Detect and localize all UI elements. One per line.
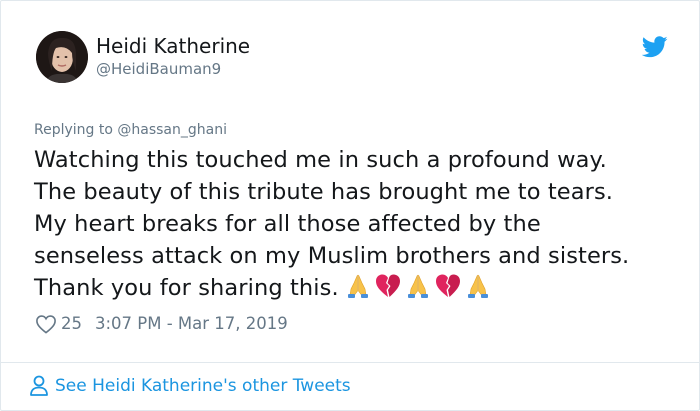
folded-hands-icon (347, 274, 368, 298)
heart-outline-icon[interactable] (35, 314, 57, 334)
replying-to-label[interactable]: Replying to @hassan_ghani (34, 121, 227, 139)
see-other-tweets-label[interactable]: See Heidi Katherine's other Tweets (55, 374, 351, 398)
author-handle[interactable]: @HeidiBauman9 (96, 60, 221, 78)
tweet-text-line: The beauty of this tribute has brought m… (34, 179, 614, 205)
embedded-tweet-card: Heidi Katherine @HeidiBauman9 Replying t… (0, 0, 700, 411)
tweet-text-line: senseless attack on my Muslim brothers a… (34, 243, 630, 269)
like-count[interactable]: 25 (61, 313, 82, 335)
person-icon (30, 375, 48, 396)
folded-hands-icon (467, 274, 488, 298)
emoji-row (345, 273, 491, 299)
tweet-text-line: Thank you for sharing this. (34, 275, 339, 301)
folded-hands-icon (407, 274, 428, 298)
broken-heart-icon (435, 274, 460, 297)
divider (1, 362, 699, 363)
see-other-tweets-link[interactable]: See Heidi Katherine's other Tweets (29, 374, 351, 398)
tweet-timestamp[interactable]: 3:07 PM - Mar 17, 2019 (95, 313, 288, 335)
tweet-text-line: Watching this touched me in such a profo… (34, 147, 607, 173)
author-name[interactable]: Heidi Katherine (96, 34, 250, 58)
broken-heart-icon (375, 274, 400, 297)
twitter-bird-icon[interactable] (642, 36, 668, 58)
tweet-text-line: My heart breaks for all those affected b… (34, 211, 541, 237)
tweet-text: Watching this touched me in such a profo… (34, 144, 674, 304)
tweet-text-line-last: Thank you for sharing this. (34, 272, 674, 304)
tweet-meta: 25 3:07 PM - Mar 17, 2019 (35, 313, 288, 335)
avatar[interactable] (36, 31, 88, 83)
